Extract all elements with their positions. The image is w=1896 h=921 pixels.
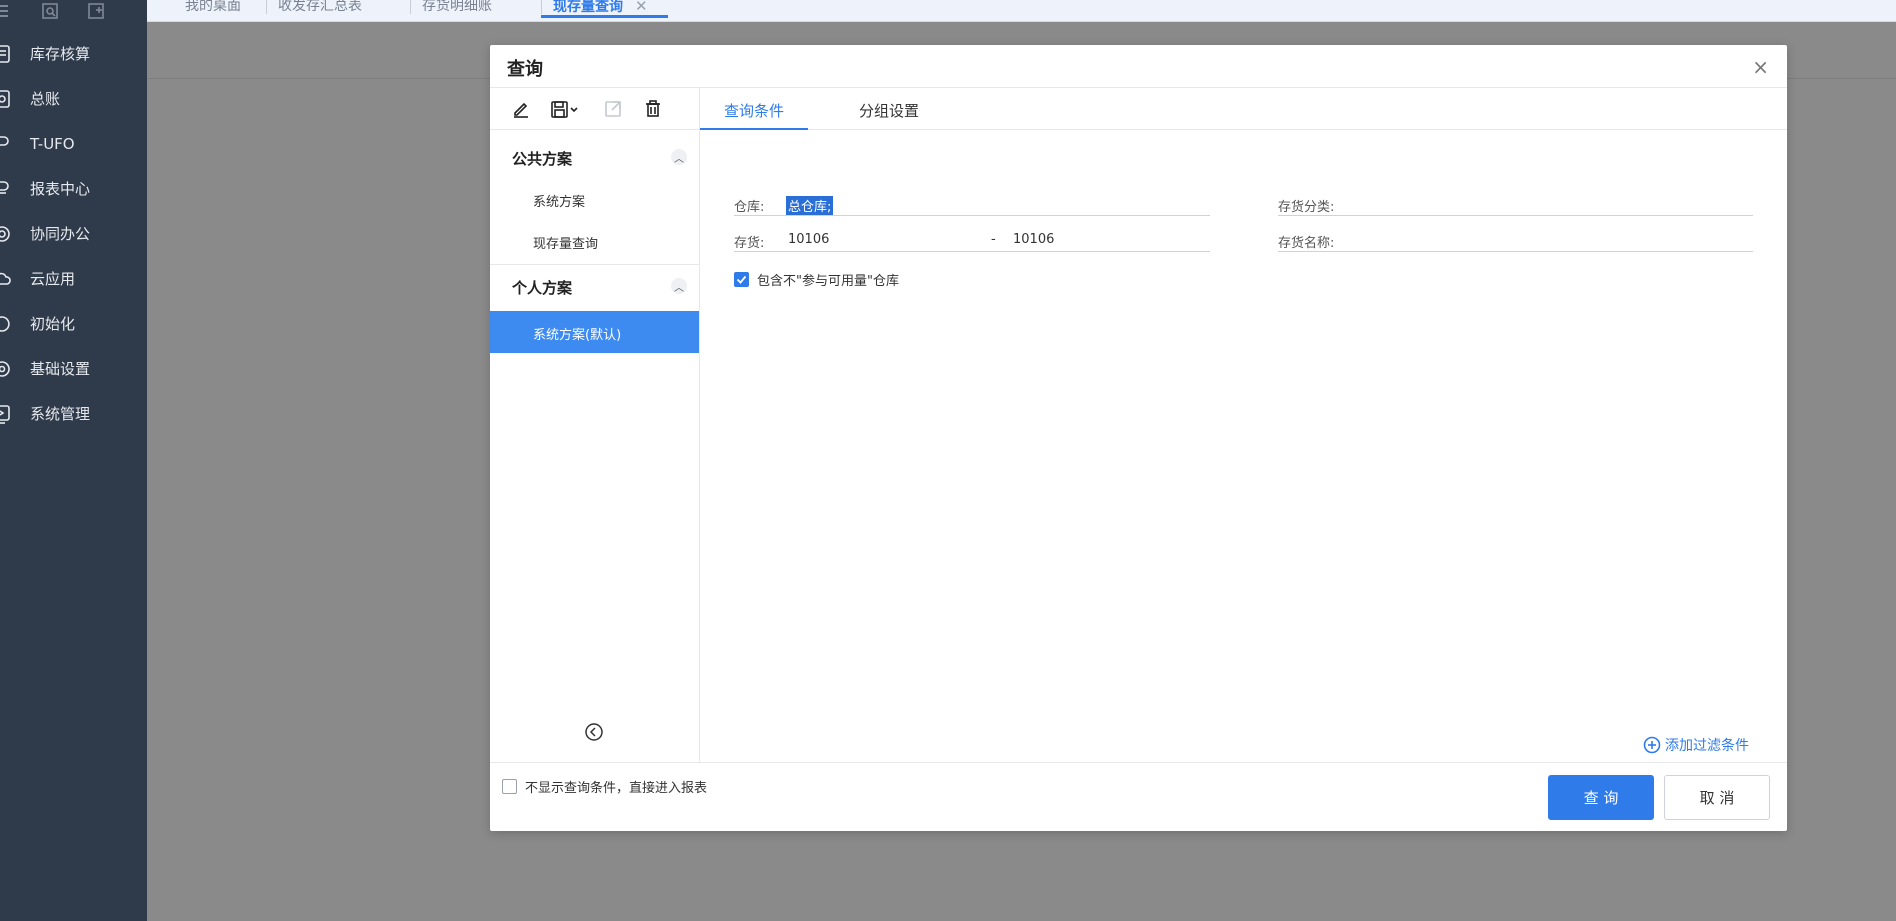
tab-inventory-detail[interactable]: 存货明细账 <box>410 0 492 19</box>
cancel-button[interactable]: 取 消 <box>1664 775 1770 820</box>
sidebar-item-cloud[interactable]: 云应用 <box>0 256 147 301</box>
tab-label: 分组设置 <box>859 102 920 120</box>
sidebar-item-label: 初始化 <box>30 315 76 333</box>
skip-conditions-option[interactable]: 不显示查询条件，直接进入报表 <box>502 777 707 796</box>
report-center-icon <box>0 180 9 194</box>
top-tab-bar: 我的桌面 收发存汇总表 存货明细账 现存量查询 ✕ <box>147 0 1896 22</box>
field-label: 存货: <box>734 236 765 251</box>
scheme-item-label: 系统方案(默认) <box>533 328 622 343</box>
sidebar-item-label: 总账 <box>30 90 61 108</box>
scheme-item-system[interactable]: 系统方案 <box>490 178 699 220</box>
close-icon[interactable]: × <box>1752 55 1769 79</box>
sidebar-item-ledger[interactable]: 总账 <box>0 76 147 121</box>
scheme-toolbar <box>490 88 699 130</box>
sidebar-item-label: 协同办公 <box>30 225 91 243</box>
dialog-footer: 不显示查询条件，直接进入报表 查 询 取 消 <box>490 762 1787 831</box>
scheme-panel: 公共方案 ︿ 系统方案 现存量查询 个人方案 ︿ 系统方案(默认) <box>490 88 700 762</box>
inventory-field[interactable]: 存货: 10106 - 10106 <box>734 230 1210 252</box>
sidebar-item-basic-settings[interactable]: 基础设置 <box>0 346 147 391</box>
cloud-icon <box>0 272 11 285</box>
inventory-from-input[interactable]: 10106 <box>788 232 829 247</box>
sidebar-menu: 库存核算 总账 T-UFO 报表中心 协同办公 云应用 初始化 基础设置 系统管… <box>0 31 147 436</box>
sidebar: 库存核算 总账 T-UFO 报表中心 协同办公 云应用 初始化 基础设置 系统管… <box>0 0 147 921</box>
scheme-item-label: 系统方案 <box>533 195 586 210</box>
system-admin-icon <box>0 404 10 424</box>
skip-checkbox[interactable] <box>502 779 517 794</box>
initialize-icon <box>0 315 10 332</box>
trash-icon[interactable] <box>642 98 664 120</box>
sidebar-item-initialize[interactable]: 初始化 <box>0 301 147 346</box>
tab-stock-query[interactable]: 现存量查询 ✕ <box>541 0 668 19</box>
include-checkbox-label: 包含不"参与可用量"仓库 <box>757 273 899 289</box>
tab-my-desktop[interactable]: 我的桌面 <box>185 0 241 19</box>
condition-panel: 查询条件 分组设置 仓库: 总仓库; 存货分类: 存货: 10106 - 101… <box>700 88 1787 762</box>
tab-summary[interactable]: 收发存汇总表 <box>266 0 362 19</box>
dialog-title: 查询 <box>507 59 543 80</box>
field-label: 仓库: <box>734 200 765 215</box>
include-checkbox[interactable] <box>734 271 749 287</box>
sidebar-item-inventory-calc[interactable]: 库存核算 <box>0 31 147 76</box>
search-doc-icon[interactable] <box>40 3 64 19</box>
field-label: 存货分类: <box>1278 200 1335 215</box>
query-dialog: 查询 × 公共方案 ︿ 系统方案 现存量查询 个人方案 ︿ 系统方案(默认) 查… <box>490 45 1787 831</box>
sidebar-item-label: 基础设置 <box>30 360 91 378</box>
basic-settings-icon <box>0 360 10 377</box>
active-tab-underline <box>700 128 808 130</box>
tab-query-conditions[interactable]: 查询条件 <box>724 100 784 121</box>
sidebar-item-report-center[interactable]: 报表中心 <box>0 166 147 211</box>
warehouse-input[interactable]: 总仓库; <box>786 196 834 215</box>
group-title: 公共方案 <box>512 150 573 168</box>
edit-icon[interactable] <box>510 98 532 120</box>
include-warehouse-option[interactable]: 包含不"参与可用量"仓库 <box>734 269 899 289</box>
scheme-item-label: 现存量查询 <box>533 237 599 252</box>
add-filter-label: 添加过滤条件 <box>1665 738 1749 754</box>
personal-scheme-group[interactable]: 个人方案 ︿ <box>490 265 699 311</box>
scheme-item-stock-query[interactable]: 现存量查询 <box>490 220 699 262</box>
inventory-calc-icon <box>0 44 10 63</box>
tab-label: 存货明细账 <box>422 0 492 14</box>
condition-tabs: 查询条件 分组设置 <box>700 88 1787 130</box>
menu-icon[interactable] <box>0 3 18 19</box>
tab-close-icon[interactable]: ✕ <box>635 0 648 15</box>
sidebar-item-label: 报表中心 <box>30 180 91 198</box>
add-circle-icon <box>1643 736 1661 754</box>
tab-group-settings[interactable]: 分组设置 <box>859 100 919 121</box>
sidebar-item-label: T-UFO <box>30 134 75 153</box>
query-button[interactable]: 查 询 <box>1548 775 1654 820</box>
sidebar-item-collaboration[interactable]: 协同办公 <box>0 211 147 256</box>
add-doc-icon[interactable] <box>86 3 110 19</box>
inventory-to-input[interactable]: 10106 <box>1013 232 1054 247</box>
skip-checkbox-label: 不显示查询条件，直接进入报表 <box>525 781 708 796</box>
public-scheme-group[interactable]: 公共方案 ︿ <box>490 130 699 184</box>
field-label: 存货名称: <box>1278 236 1335 251</box>
name-field[interactable]: 存货名称: <box>1278 230 1753 252</box>
ledger-icon <box>0 89 10 108</box>
category-field[interactable]: 存货分类: <box>1278 194 1753 216</box>
check-icon <box>736 275 747 284</box>
collaboration-icon <box>0 225 10 242</box>
scheme-item-system-default[interactable]: 系统方案(默认) <box>490 311 699 353</box>
collapse-left-icon[interactable] <box>584 722 604 742</box>
tab-label: 现存量查询 <box>553 0 623 15</box>
sidebar-item-tufo[interactable]: T-UFO <box>0 121 147 166</box>
range-dash: - <box>991 232 996 247</box>
save-icon[interactable] <box>550 98 582 120</box>
tufo-icon <box>0 135 9 146</box>
chevron-up-icon[interactable]: ︿ <box>671 149 687 165</box>
tab-label: 查询条件 <box>724 102 785 120</box>
add-filter-link[interactable]: 添加过滤条件 <box>1643 735 1749 755</box>
active-tab-underline <box>541 15 668 18</box>
tab-label: 我的桌面 <box>185 0 241 14</box>
sidebar-top-toolbar <box>0 0 147 22</box>
sidebar-item-label: 库存核算 <box>30 45 91 63</box>
sidebar-item-system-admin[interactable]: 系统管理 <box>0 391 147 436</box>
sidebar-item-label: 系统管理 <box>30 405 91 423</box>
tab-label: 收发存汇总表 <box>278 0 362 14</box>
dialog-header: 查询 × <box>490 45 1787 88</box>
group-title: 个人方案 <box>512 279 573 297</box>
chevron-up-icon[interactable]: ︿ <box>671 278 687 294</box>
export-icon[interactable] <box>602 98 624 120</box>
warehouse-field[interactable]: 仓库: 总仓库; <box>734 194 1210 216</box>
sidebar-item-label: 云应用 <box>30 270 76 288</box>
